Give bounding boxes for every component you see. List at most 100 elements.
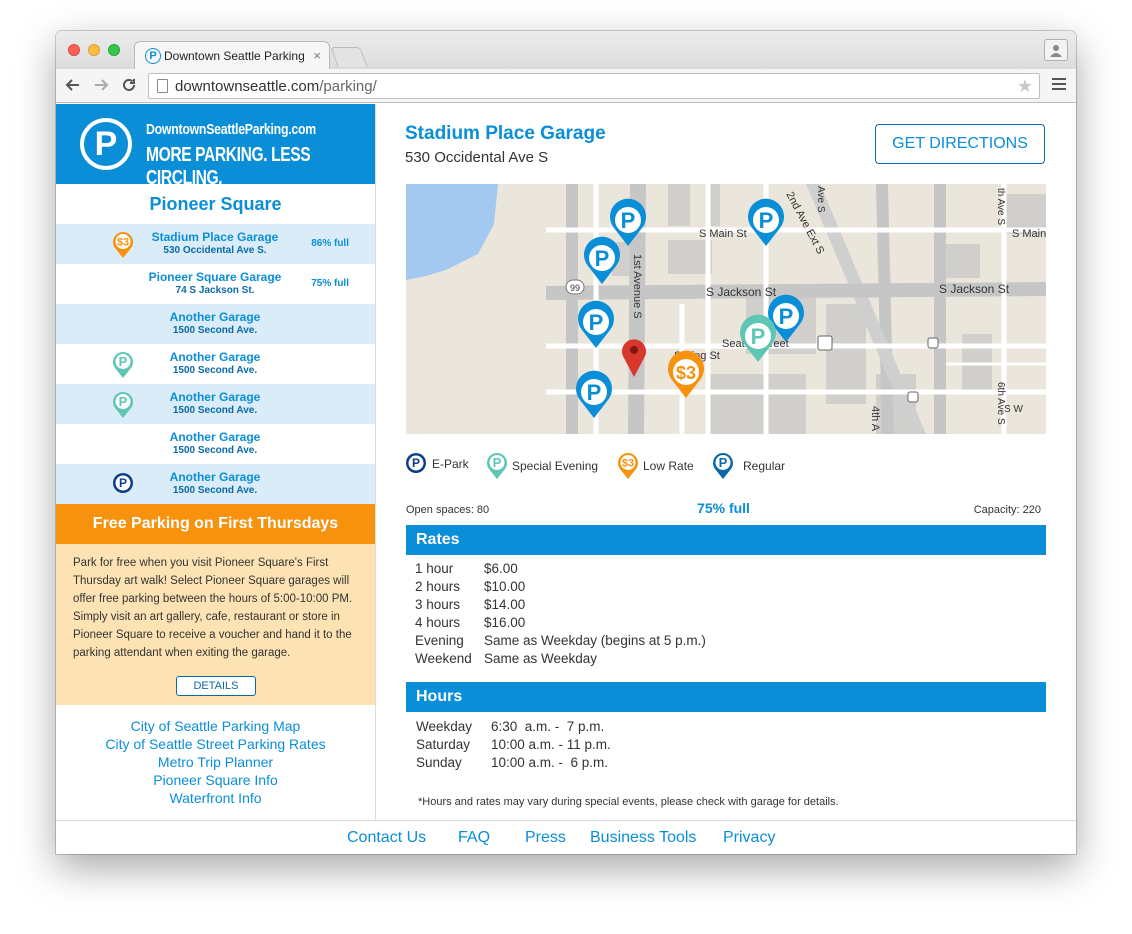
bookmark-star-icon[interactable]: ★ [1017, 76, 1033, 97]
url-host: downtownseattle.com [175, 77, 320, 95]
garage-address: 530 Occidental Ave S. [163, 245, 267, 256]
street-label: S Main [1012, 228, 1046, 240]
garage-name: Another Garage [169, 430, 261, 444]
garage-address: 1500 Second Ave. [172, 405, 258, 416]
map-canvas[interactable]: S Main St S Main S Jackson St S Jackson … [406, 184, 1046, 434]
browser-tab[interactable]: P Downtown Seattle Parking × [134, 41, 330, 69]
rate-row: Evening Same as Weekday (begins at 5 p.m.… [415, 633, 706, 648]
link-waterfront-info[interactable]: Waterfront Info [56, 789, 375, 807]
svg-text:P: P [759, 208, 774, 233]
map[interactable]: S Main St S Main S Jackson St S Jackson … [406, 184, 1046, 434]
street-label: 4th A [869, 406, 881, 432]
legend-low-rate: $3 Low Rate [617, 452, 694, 480]
garage-list-item[interactable]: Pioneer Square Garage 74 S Jackson St. 7… [56, 264, 375, 304]
browser-toolbar: downtownseattle.com/parking/ ★ [56, 69, 1076, 103]
garage-address: 1500 Second Ave. [172, 445, 258, 456]
svg-text:$3: $3 [676, 363, 696, 383]
rate-row: 3 hours $14.00 [415, 597, 526, 612]
svg-text:P: P [412, 456, 420, 470]
garage-address: 1500 Second Ave. [172, 485, 258, 496]
brand-tagline: MORE PARKING. LESS CIRCLING. [146, 144, 311, 189]
garage-address: 1500 Second Ave. [172, 365, 258, 376]
garage-street-address: 530 Occidental Ave S [405, 149, 549, 166]
garage-title: Stadium Place Garage [405, 123, 606, 144]
forward-arrow-icon[interactable] [90, 74, 112, 96]
footer: Contact Us FAQ Press Business Tools Priv… [56, 820, 1076, 854]
title-bar: P Downtown Seattle Parking × [56, 31, 1076, 69]
garage-detail: Stadium Place Garage 530 Occidental Ave … [376, 104, 1076, 820]
promo-text: Park for free when you visit Pioneer Squ… [73, 557, 353, 659]
tab-close-icon[interactable]: × [313, 48, 321, 63]
new-tab-button[interactable] [330, 47, 368, 67]
footer-link-contact[interactable]: Contact Us [347, 829, 426, 847]
regular-pin-icon: P [713, 453, 733, 479]
garage-list-item[interactable]: P Another Garage 1500 Second Ave. [56, 464, 375, 504]
garage-name: Pioneer Square Garage [148, 270, 282, 284]
details-button[interactable]: DETAILS [176, 676, 256, 696]
garage-list-item[interactable]: Another Garage 1500 Second Ave. [56, 304, 375, 344]
garage-list-item[interactable]: P Another Garage 1500 Second Ave. [56, 344, 375, 384]
garage-address: 1500 Second Ave. [172, 325, 258, 336]
garage-name: Another Garage [169, 470, 261, 484]
promo-body: Park for free when you visit Pioneer Squ… [56, 544, 375, 705]
special-evening-pin-icon: P [487, 453, 507, 479]
garage-list-item[interactable]: $3 Stadium Place Garage 530 Occidental A… [56, 224, 375, 264]
tab-title: Downtown Seattle Parking [164, 48, 305, 63]
rates-heading: Rates [406, 525, 1046, 555]
browser-window: P Downtown Seattle Parking × downtownsea… [56, 31, 1076, 854]
footer-link-privacy[interactable]: Privacy [723, 829, 775, 847]
address-bar[interactable]: downtownseattle.com/parking/ ★ [148, 73, 1040, 99]
hours-row: Sunday 10:00 a.m. - 6 p.m. [416, 755, 609, 770]
occupancy-stats: Open spaces: 80 75% full Capacity: 220 [406, 500, 1041, 520]
footer-link-business-tools[interactable]: Business Tools [590, 829, 696, 847]
street-label: S Main St [699, 228, 747, 240]
area-title: Pioneer Square [149, 193, 282, 214]
disclaimer-note: *Hours and rates may vary during special… [418, 796, 839, 808]
hours-row: Saturday 10:00 a.m. - 11 p.m. [416, 737, 611, 752]
rate-row: 1 hour $6.00 [415, 561, 518, 576]
brand-domain: DowntownSeattleParking.com [146, 121, 316, 138]
back-arrow-icon[interactable] [62, 74, 84, 96]
parking-logo-icon: P [80, 118, 132, 170]
garage-fullness: 75% full [311, 278, 349, 289]
zoom-window-button[interactable] [108, 44, 120, 56]
route-badge: 99 [570, 283, 580, 293]
garage-address: 74 S Jackson St. [175, 285, 255, 296]
street-label: S Jackson St [706, 285, 777, 299]
link-street-parking-rates[interactable]: City of Seattle Street Parking Rates [56, 735, 375, 753]
get-directions-button[interactable]: GET DIRECTIONS [875, 124, 1045, 164]
garage-name: Another Garage [169, 350, 261, 364]
street-label: Ave S [815, 186, 826, 213]
reload-icon[interactable] [118, 74, 140, 96]
promo-title: Free Parking on First Thursdays [56, 504, 375, 544]
minimize-window-button[interactable] [88, 44, 100, 56]
legend-special-evening: P Special Evening [486, 452, 598, 480]
svg-text:P: P [621, 208, 636, 233]
svg-text:P: P [493, 455, 502, 470]
link-parking-map[interactable]: City of Seattle Parking Map [56, 717, 375, 735]
close-window-button[interactable] [68, 44, 80, 56]
footer-link-press[interactable]: Press [525, 829, 566, 847]
link-pioneer-square-info[interactable]: Pioneer Square Info [56, 771, 375, 789]
legend-label: Low Rate [643, 459, 694, 473]
street-label: 1st Avenue S [631, 254, 643, 319]
legend-label: E-Park [432, 457, 469, 471]
street-label: S Jackson St [939, 282, 1010, 296]
parking-favicon-icon: P [145, 47, 161, 64]
capacity: Capacity: 220 [973, 504, 1041, 516]
svg-text:P: P [587, 380, 602, 405]
legend-e-park: P E-Park [405, 452, 469, 476]
garage-name: Stadium Place Garage [151, 230, 279, 244]
rate-row: 4 hours $16.00 [415, 615, 526, 630]
garage-list-item[interactable]: P Another Garage 1500 Second Ave. [56, 384, 375, 424]
menu-icon[interactable] [1052, 78, 1066, 93]
legend-label: Special Evening [512, 459, 599, 473]
street-label: S W [1004, 404, 1023, 415]
garage-name: Another Garage [169, 310, 261, 324]
footer-link-faq[interactable]: FAQ [458, 829, 490, 847]
link-trip-planner[interactable]: Metro Trip Planner [56, 753, 375, 771]
garage-list-item[interactable]: Another Garage 1500 Second Ave. [56, 424, 375, 464]
brand-header[interactable]: P DowntownSeattleParking.com MORE PARKIN… [56, 104, 375, 189]
profile-button[interactable] [1044, 39, 1068, 61]
svg-text:P: P [779, 304, 794, 329]
